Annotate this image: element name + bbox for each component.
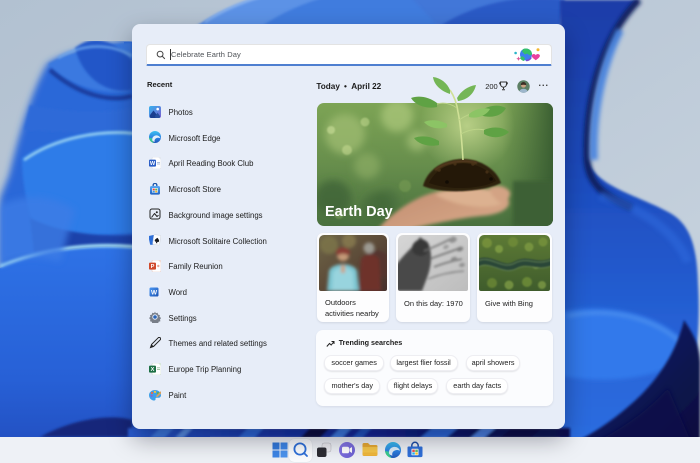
svg-text:P: P (151, 264, 155, 270)
svg-text:Earth Day: Earth Day (325, 204, 393, 220)
svg-text:X: X (151, 367, 155, 373)
svg-text:W: W (151, 289, 158, 296)
svg-text:W: W (150, 161, 156, 167)
